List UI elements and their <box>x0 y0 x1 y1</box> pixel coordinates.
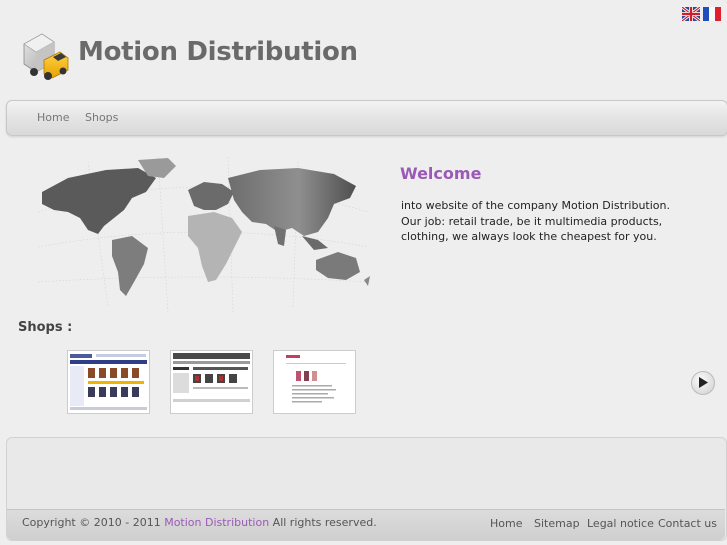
shop-screenshot-image <box>173 353 250 402</box>
next-button[interactable] <box>691 371 715 395</box>
footer-link-contact-us[interactable]: Contact us <box>658 517 717 530</box>
shop-thumbnail-3[interactable] <box>273 350 356 414</box>
nav-home[interactable]: Home <box>37 111 69 124</box>
language-switcher <box>682 7 721 21</box>
footer-brand-link[interactable]: Motion Distribution <box>164 516 269 529</box>
copyright-suffix: All rights reserved. <box>269 516 377 529</box>
welcome-text: into website of the company Motion Distr… <box>401 198 711 245</box>
copyright-text: Copyright © 2010 - 2011 Motion Distribut… <box>22 516 377 529</box>
footer-link-home[interactable]: Home <box>490 517 522 530</box>
main-nav: Home Shops <box>6 100 727 136</box>
shop-thumbnail-1[interactable] <box>67 350 150 414</box>
welcome-line: Our job: retail trade, be it multimedia … <box>401 214 663 244</box>
shops-heading: Shops : <box>18 320 73 335</box>
shop-thumbnail-2[interactable] <box>170 350 253 414</box>
welcome-title: Welcome <box>400 164 482 183</box>
shop-screenshot-image <box>286 355 346 403</box>
footer-link-legal-notice[interactable]: Legal notice <box>587 517 654 530</box>
site-title[interactable]: Motion Distribution <box>78 37 358 67</box>
uk-flag-icon[interactable] <box>682 7 700 21</box>
nav-shops[interactable]: Shops <box>85 111 118 124</box>
footer-link-sitemap[interactable]: Sitemap <box>534 517 580 530</box>
welcome-line: into website of the company Motion Distr… <box>401 199 670 212</box>
shop-screenshot-image <box>70 354 147 410</box>
france-flag-icon[interactable] <box>703 7 721 21</box>
play-icon <box>699 377 708 388</box>
world-map-image <box>37 156 370 312</box>
logo[interactable] <box>20 30 72 82</box>
truck-icon <box>23 33 69 80</box>
copyright-prefix: Copyright © 2010 - 2011 <box>22 516 165 529</box>
